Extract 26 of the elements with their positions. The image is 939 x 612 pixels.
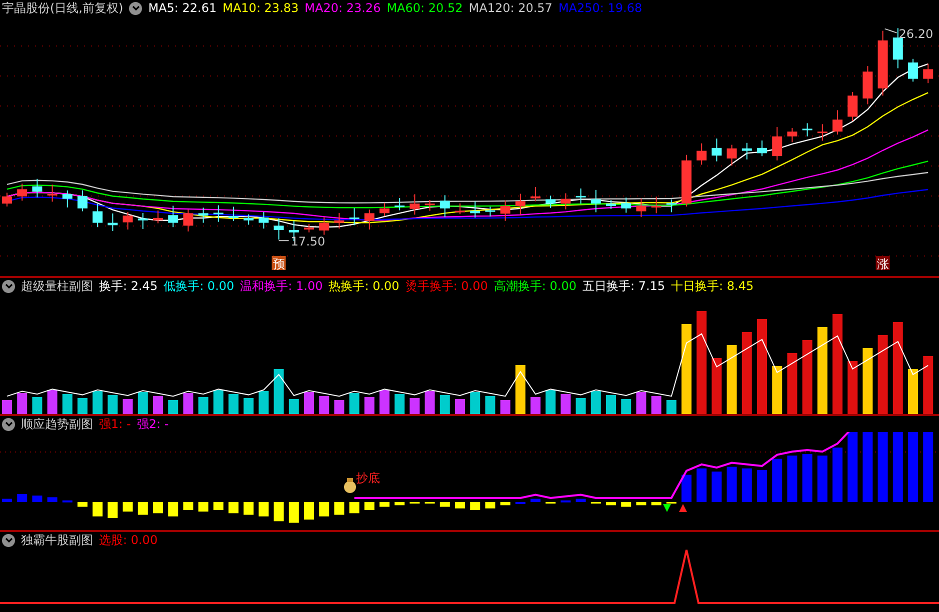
signal-label: 抄底 xyxy=(356,471,380,485)
indicator-reading: 烫手换手: 0.00 xyxy=(405,278,488,294)
signal-marker: 预 xyxy=(272,256,286,271)
panel-title: 超级量柱副图 xyxy=(21,278,93,294)
indicator-reading: MA5: 22.61 xyxy=(148,1,217,15)
signal-marker: 涨 xyxy=(876,256,890,271)
indicator-reading: 高潮换手: 0.00 xyxy=(494,278,576,294)
indicator-reading: MA10: 23.83 xyxy=(222,1,299,15)
indicator-reading: 五日换手: 7.15 xyxy=(582,278,666,294)
indicator-reading: 强1: - xyxy=(99,416,131,432)
indicator-reading: 低换手: 0.00 xyxy=(164,278,234,294)
panel-title: 宇晶股份(日线,前复权) xyxy=(2,0,124,16)
indicator-reading: 选股: 0.00 xyxy=(99,532,158,548)
high-price-label: 26.20 xyxy=(898,26,934,41)
indicator-reading: MA60: 20.52 xyxy=(386,1,463,15)
indicator-reading: MA120: 20.57 xyxy=(468,1,552,15)
low-price-label: 17.50 xyxy=(290,234,326,249)
indicator-reading: 热换手: 0.00 xyxy=(328,278,400,294)
indicator-reading: MA250: 19.68 xyxy=(558,1,642,15)
panel-title: 顺应趋势副图 xyxy=(21,416,93,432)
indicator-reading: MA20: 23.26 xyxy=(304,1,381,15)
indicator-reading: 换手: 2.45 xyxy=(99,278,158,294)
indicator-reading: 十日换手: 8.45 xyxy=(671,278,754,294)
indicator-reading: 温和换手: 1.00 xyxy=(240,278,323,294)
panel-title: 独霸牛股副图 xyxy=(21,532,93,548)
indicator-reading: 强2: - xyxy=(136,416,169,432)
